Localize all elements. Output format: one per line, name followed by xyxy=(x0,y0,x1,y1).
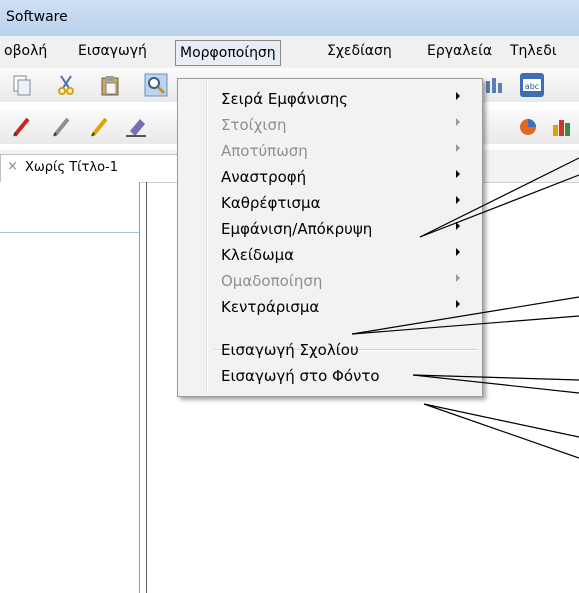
submenu-arrow-icon xyxy=(456,118,460,126)
menu-insert[interactable]: Εισαγωγή xyxy=(74,38,151,64)
bar-chart-icon[interactable] xyxy=(550,115,574,139)
tab-label: Χωρίς Τίτλο-1 xyxy=(25,160,118,175)
menu-item-group[interactable]: Ομαδοποίηση xyxy=(178,268,482,294)
side-panel xyxy=(0,182,140,593)
menu-item-lock[interactable]: Κλείδωμα xyxy=(178,242,482,268)
submenu-arrow-icon xyxy=(456,144,460,152)
menu-item-label: Καθρέφτισμα xyxy=(221,194,321,212)
callout-line xyxy=(423,403,579,438)
menu-format[interactable]: Μορφοποίηση xyxy=(175,40,281,66)
title-bar: Software xyxy=(0,0,579,36)
menu-bar: οβολή Εισαγωγή Μορφοποίηση Σχεδίαση Εργα… xyxy=(0,36,579,68)
menu-draw[interactable]: Σχεδίαση xyxy=(323,38,396,64)
cut-icon[interactable] xyxy=(54,73,78,97)
menu-item-insert-comment[interactable]: Εισαγωγή Σχολίου xyxy=(178,337,482,363)
submenu-arrow-icon xyxy=(456,274,460,282)
menu-item-show-hide[interactable]: Εμφάνιση/Απόκρυψη xyxy=(178,216,482,242)
menu-item-label: Εισαγωγή Σχολίου xyxy=(221,341,359,359)
paste-icon[interactable] xyxy=(98,73,122,97)
menu-item-imprint[interactable]: Αποτύπωση xyxy=(178,138,482,164)
pie-chart-icon[interactable] xyxy=(516,115,540,139)
menu-item-flip[interactable]: Αναστροφή xyxy=(178,164,482,190)
menu-item-display-order[interactable]: Σειρά Εμφάνισης xyxy=(178,86,482,112)
pencil-icon[interactable] xyxy=(88,115,112,139)
menu-item-label: Εμφάνιση/Απόκρυψη xyxy=(221,220,373,238)
copy-icon[interactable] xyxy=(10,73,34,97)
menu-view[interactable]: οβολή xyxy=(0,38,51,64)
panel-divider xyxy=(0,232,139,233)
submenu-arrow-icon xyxy=(456,196,460,204)
canvas-border xyxy=(146,182,147,593)
eraser-icon[interactable] xyxy=(124,115,148,139)
format-dropdown-menu: Σειρά Εμφάνισης Στοίχιση Αποτύπωση Αναστ… xyxy=(177,78,483,397)
menu-item-label: Κλείδωμα xyxy=(221,246,295,264)
window-title: Software xyxy=(6,9,68,25)
menu-item-insert-background[interactable]: Εισαγωγή στο Φόντο xyxy=(178,363,482,389)
gray-pen-icon[interactable] xyxy=(50,115,74,139)
chart-icon[interactable] xyxy=(482,73,506,97)
menu-item-label: Αναστροφή xyxy=(221,168,307,186)
menu-item-label: Κεντράρισμα xyxy=(221,298,320,316)
menu-tools[interactable]: Εργαλεία xyxy=(423,38,496,64)
menu-item-label: Ομαδοποίηση xyxy=(221,272,323,290)
callout-line xyxy=(423,403,579,459)
abc-icon-text: abc xyxy=(525,82,539,91)
menu-item-mirror[interactable]: Καθρέφτισμα xyxy=(178,190,482,216)
abc-icon[interactable]: abc xyxy=(520,73,544,97)
submenu-arrow-icon xyxy=(456,92,460,100)
submenu-arrow-icon xyxy=(456,222,460,230)
search-icon[interactable] xyxy=(144,73,168,97)
menu-item-label: Αποτύπωση xyxy=(221,142,308,160)
submenu-arrow-icon xyxy=(456,248,460,256)
menu-more[interactable]: Τηλεδι xyxy=(506,38,561,64)
menu-item-label: Εισαγωγή στο Φόντο xyxy=(221,367,380,385)
tab-untitled-1[interactable]: × Χωρίς Τίτλο-1 xyxy=(0,154,178,182)
menu-item-alignment[interactable]: Στοίχιση xyxy=(178,112,482,138)
submenu-arrow-icon xyxy=(456,300,460,308)
menu-item-label: Στοίχιση xyxy=(221,116,287,134)
red-pen-icon[interactable] xyxy=(10,115,34,139)
submenu-arrow-icon xyxy=(456,170,460,178)
menu-item-center[interactable]: Κεντράρισμα xyxy=(178,294,482,320)
menu-item-label: Σειρά Εμφάνισης xyxy=(221,90,348,108)
tab-close-icon[interactable]: × xyxy=(7,159,18,174)
